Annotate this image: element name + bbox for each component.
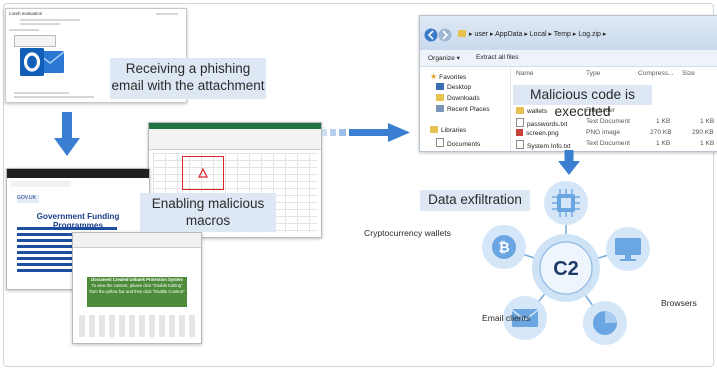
documents-icon: [436, 138, 444, 147]
sidebar-item-downloads[interactable]: Downloads: [436, 94, 480, 102]
file-type: Text Document: [586, 140, 630, 147]
sidebar-item-desktop[interactable]: Desktop: [436, 83, 471, 91]
libraries-icon: [430, 126, 438, 133]
outlook-icon: [20, 48, 65, 76]
step-executed-caption: Malicious code is executed: [513, 85, 652, 119]
c2-hub-diagram: ₿ C2: [482, 181, 650, 345]
recent-places-icon: [436, 105, 444, 112]
folder-icon: [458, 30, 466, 37]
path-segment-user[interactable]: user: [474, 31, 488, 38]
bitcoin-icon: ₿: [492, 235, 516, 259]
file-row[interactable]: wallets: [516, 107, 547, 115]
label-browsers: Browsers: [661, 298, 697, 308]
text-file-icon: [516, 118, 524, 127]
path-segment-appdata[interactable]: AppData: [495, 31, 522, 38]
fake-protection-text: To view the content, please click "Enabl…: [89, 283, 185, 294]
label-crypto-wallets: Cryptocurrency wallets: [364, 228, 451, 238]
file-compressed: 1 KB: [656, 118, 671, 125]
file-type: PNG image: [586, 129, 621, 136]
file-size: 290 KB: [692, 129, 714, 136]
label-email-clients: Email clients: [482, 313, 531, 323]
col-name[interactable]: Name: [516, 70, 534, 77]
col-compressed[interactable]: Compress...: [638, 70, 674, 77]
file-row[interactable]: screen.png: [516, 129, 559, 137]
step-phishing-caption: Receiving a phishing email with the atta…: [110, 58, 266, 99]
arrow-right: [322, 123, 410, 142]
file-compressed: 1 KB: [656, 140, 671, 147]
sidebar-item-documents[interactable]: Documents: [436, 138, 480, 148]
image-file-icon: [516, 129, 523, 136]
file-compressed: 270 KB: [650, 129, 672, 136]
svg-text:₿: ₿: [498, 239, 509, 255]
col-size[interactable]: Size: [682, 70, 695, 77]
folder-icon: [516, 107, 524, 114]
sidebar-item-libraries[interactable]: Libraries: [430, 126, 466, 134]
arrow-down-2: [558, 150, 580, 175]
text-file-icon: [516, 140, 524, 149]
star-icon: ★: [430, 72, 438, 81]
col-type[interactable]: Type: [586, 70, 600, 77]
path-segment-temp[interactable]: Temp: [554, 31, 571, 38]
protection-doc-screenshot: Document Created Unbank Protection Syste…: [72, 232, 202, 344]
downloads-icon: [436, 94, 444, 101]
desktop-icon: [436, 83, 444, 90]
arrow-down-1: [54, 112, 80, 156]
pie-icon: [593, 311, 617, 335]
c2-label: C2: [553, 258, 579, 280]
file-explorer-window: ▸ user ▸ AppData ▸ Local ▸ Temp ▸ Log.zi…: [419, 15, 717, 152]
macro-highlight-box: [182, 156, 224, 190]
extract-all-button[interactable]: Extract all files: [476, 54, 519, 61]
file-size: 1 KB: [700, 140, 715, 147]
path-segment-local[interactable]: Local: [530, 31, 547, 38]
path-segment-logzip[interactable]: Log.zip: [578, 31, 601, 38]
organize-menu[interactable]: Organize ▾: [428, 54, 460, 62]
sidebar-item-favorites[interactable]: ★ Favorites: [430, 72, 466, 81]
fake-protection-banner: Document Created Unbank Protection Syste…: [87, 277, 187, 307]
address-bar[interactable]: ▸ user ▸ AppData ▸ Local ▸ Temp ▸ Log.zi…: [458, 30, 606, 38]
gov-header-label: GOV.UK: [17, 195, 39, 203]
back-forward-icon: [424, 28, 452, 42]
sidebar-item-recent[interactable]: Recent Places: [436, 105, 490, 113]
file-size: 1 KB: [700, 118, 715, 125]
email-subject: Loreh evaluation: [9, 11, 43, 16]
step-macros-caption: Enabling malicious macros: [140, 193, 276, 232]
file-row[interactable]: System Info.txt: [516, 140, 571, 150]
